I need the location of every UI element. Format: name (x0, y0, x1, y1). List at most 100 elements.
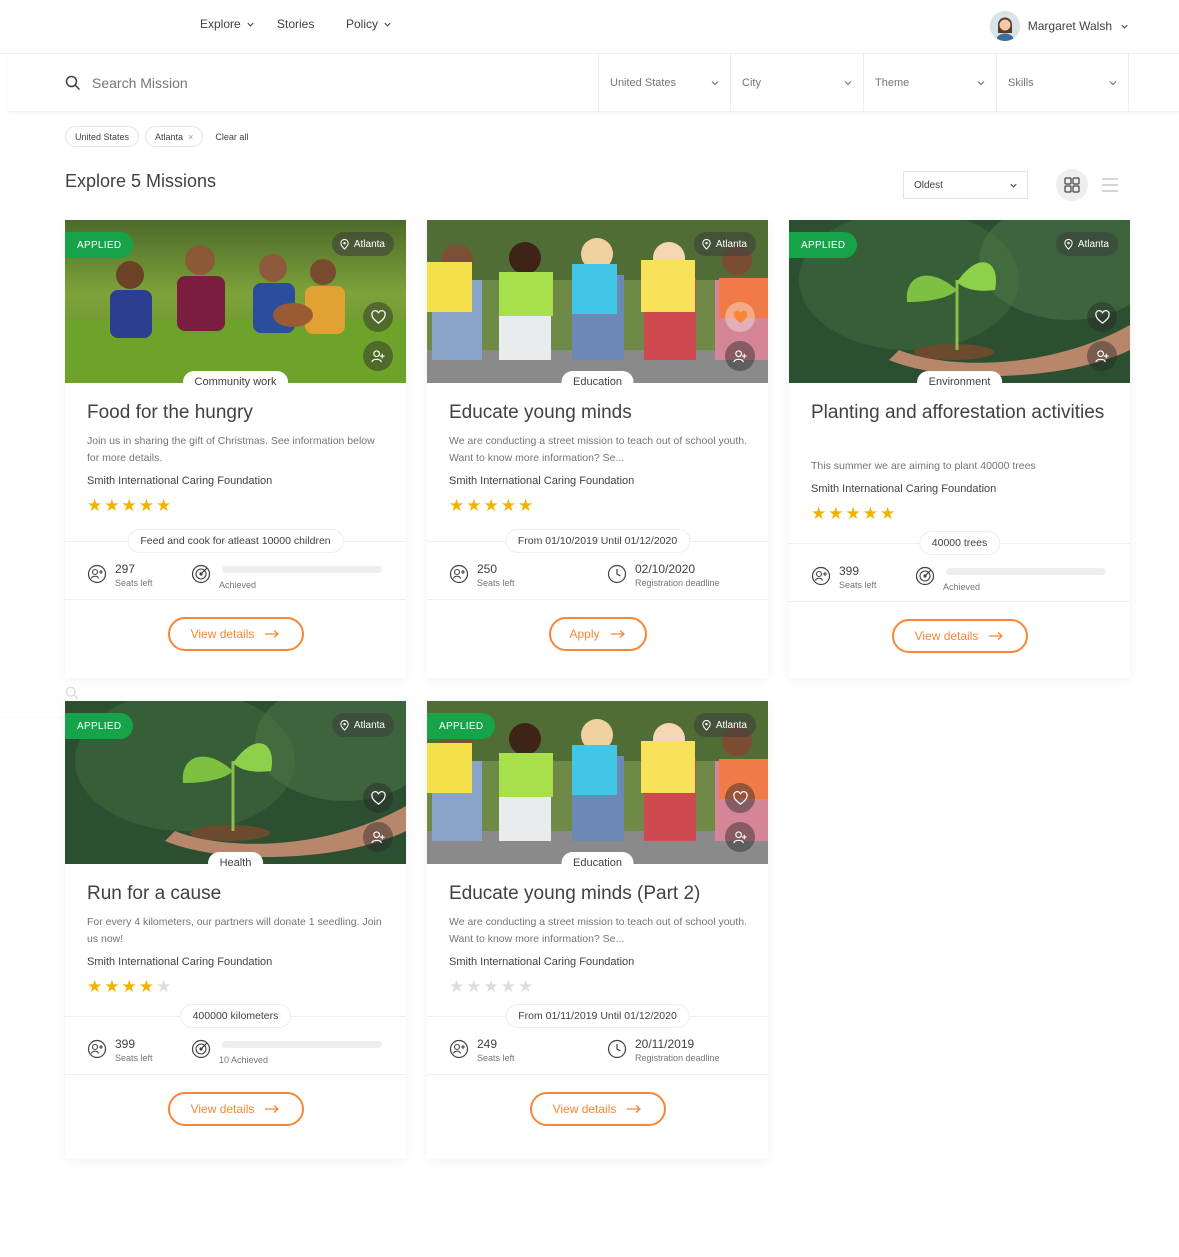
seats-label: Seats left (115, 578, 153, 588)
recommend-button[interactable] (363, 341, 393, 371)
mission-description: We are conducting a street mission to te… (449, 916, 748, 945)
star-icon: ★ (500, 977, 516, 996)
theme-pill: Education (561, 371, 634, 393)
star-icon: ★ (156, 496, 172, 515)
divider (427, 599, 768, 600)
favourite-button[interactable] (363, 783, 393, 813)
favourite-button[interactable] (725, 783, 755, 813)
theme-pill: Community work (182, 371, 289, 393)
organization-name: Smith International Caring Foundation (811, 483, 997, 495)
location-pin-icon (702, 238, 711, 250)
favourite-button[interactable] (363, 302, 393, 332)
applied-badge: APPLIED (65, 232, 134, 258)
star-icon: ★ (87, 496, 103, 515)
divider (65, 599, 406, 600)
seats-stat: 399 Seats left (811, 564, 877, 592)
recommend-button[interactable] (363, 822, 393, 852)
deadline-stat: 02/10/2020 Registration deadline (607, 562, 720, 590)
mission-card: APPLIED Atlanta Environment Planting and… (789, 220, 1130, 678)
seats-icon (87, 1039, 107, 1059)
seats-value: 250 (477, 562, 498, 576)
chevron-down-icon (1121, 24, 1128, 29)
view-details-button[interactable]: View details (529, 1092, 666, 1126)
theme-pill: Environment (916, 371, 1003, 393)
mission-image[interactable]: APPLIED Atlanta (65, 220, 406, 383)
applied-badge: APPLIED (789, 232, 858, 258)
recommend-button[interactable] (1087, 341, 1117, 371)
recommend-user-icon (1094, 349, 1109, 362)
city-filter[interactable]: City (730, 54, 863, 112)
avatar (989, 11, 1020, 41)
arrow-right-icon (265, 1105, 280, 1113)
goal-progress-bar (222, 566, 382, 573)
sort-select[interactable]: Oldest (903, 171, 1028, 199)
filter-chip-city[interactable]: Atlanta × (145, 126, 204, 147)
divider (427, 1074, 768, 1075)
mission-image[interactable]: APPLIED Atlanta (427, 701, 768, 864)
chevron-down-icon (844, 81, 852, 86)
mission-image[interactable]: Atlanta (427, 220, 768, 383)
chevron-down-icon (711, 81, 719, 86)
heart-icon (1094, 309, 1110, 324)
star-icon: ★ (156, 977, 172, 996)
chevron-down-icon (977, 81, 985, 86)
user-menu[interactable]: Margaret Walsh (989, 11, 1129, 41)
star-icon: ★ (138, 496, 154, 515)
active-filters: United States Atlanta × Clear all (65, 126, 248, 147)
mission-title[interactable]: Educate young minds (449, 400, 749, 425)
location-label: Atlanta (715, 238, 747, 250)
nav-stories[interactable]: Stories (277, 17, 314, 31)
mission-description: This summer we are aiming to plant 40000… (811, 460, 1036, 472)
location-pill: Atlanta (693, 232, 756, 256)
user-name: Margaret Walsh (1027, 19, 1112, 33)
mission-title[interactable]: Planting and afforestation activities (811, 400, 1111, 425)
clock-icon (607, 564, 627, 584)
grid-view-button[interactable] (1056, 169, 1088, 201)
view-details-button[interactable]: View details (167, 1092, 304, 1126)
favourite-button[interactable] (1087, 302, 1117, 332)
view-details-button[interactable]: View details (891, 619, 1028, 653)
location-label: Atlanta (353, 719, 385, 731)
cta-label: Apply (569, 627, 600, 641)
list-view-icon[interactable] (1100, 175, 1120, 195)
favourite-button[interactable] (725, 302, 755, 332)
nav-stories-label: Stories (277, 17, 315, 31)
arrow-right-icon (989, 632, 1004, 640)
seats-value: 297 (115, 562, 136, 576)
mission-title[interactable]: Educate young minds (Part 2) (449, 881, 749, 906)
grid-icon (1064, 177, 1080, 193)
mission-info-pill: 40000 trees (918, 531, 1001, 555)
mission-description: We are conducting a street mission to te… (449, 435, 748, 464)
mission-info-pill: From 01/10/2019 Until 01/12/2020 (504, 529, 691, 553)
country-filter-label: United States (610, 77, 677, 89)
star-icon: ★ (87, 977, 103, 996)
skills-filter[interactable]: Skills (996, 54, 1129, 112)
star-icon: ★ (483, 977, 499, 996)
country-filter[interactable]: United States (598, 54, 730, 112)
mission-card: APPLIED Atlanta Community work Food for … (65, 220, 406, 678)
recommend-button[interactable] (725, 822, 755, 852)
apply-button[interactable]: Apply (548, 617, 647, 651)
mission-image[interactable]: APPLIED Atlanta (65, 701, 406, 864)
nav-policy[interactable]: Policy (346, 17, 392, 31)
recommend-button[interactable] (725, 341, 755, 371)
cta-label: View details (552, 1102, 617, 1116)
mission-title[interactable]: Food for the hungry (87, 400, 387, 425)
location-label: Atlanta (1077, 238, 1109, 250)
arrow-right-icon (627, 1105, 642, 1113)
theme-filter[interactable]: Theme (863, 54, 996, 112)
location-pin-icon (702, 719, 711, 731)
search-input[interactable] (92, 68, 572, 98)
goal-label: Achieved (943, 582, 981, 592)
close-icon[interactable]: × (188, 132, 193, 142)
nav-policy-label: Policy (346, 17, 379, 31)
goal-progress-bar (946, 568, 1106, 575)
location-pill: Atlanta (693, 713, 756, 737)
clear-all-link[interactable]: Clear all (215, 132, 248, 142)
view-details-button[interactable]: View details (167, 617, 304, 651)
mission-title[interactable]: Run for a cause (87, 881, 387, 906)
star-icon: ★ (466, 496, 482, 515)
filter-chip-country[interactable]: United States (65, 126, 140, 147)
mission-image[interactable]: APPLIED Atlanta (789, 220, 1130, 383)
nav-explore[interactable]: Explore (200, 17, 255, 31)
